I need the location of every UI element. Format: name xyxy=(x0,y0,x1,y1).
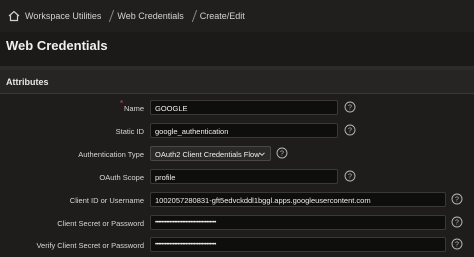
help-icon[interactable]: ? xyxy=(344,170,356,182)
svg-text:?: ? xyxy=(455,220,459,227)
breadcrumb-separator xyxy=(186,10,197,22)
help-icon[interactable]: ? xyxy=(451,193,463,205)
page-title: Web Credentials xyxy=(6,38,108,53)
breadcrumb-separator xyxy=(104,10,115,22)
breadcrumb-workspace-utilities[interactable]: Workspace Utilities xyxy=(25,11,101,21)
home-icon[interactable] xyxy=(8,10,20,22)
breadcrumb-current: Create/Edit xyxy=(199,11,245,21)
verify-secret-label: Verify Client Secret or Password xyxy=(36,241,144,250)
breadcrumb-web-credentials[interactable]: Web Credentials xyxy=(117,11,183,21)
auth-type-row: Authentication Type OAuth2 Client Creden… xyxy=(0,146,474,164)
help-icon[interactable]: ? xyxy=(344,124,356,136)
auth-type-label: Authentication Type xyxy=(78,150,144,159)
chevron-down-icon xyxy=(258,150,266,158)
attributes-form: * Name GOOGLE ? Static ID google_authent… xyxy=(0,94,474,257)
svg-text:?: ? xyxy=(280,151,284,158)
help-icon[interactable]: ? xyxy=(344,101,356,113)
verify-secret-input[interactable]: •••••••••••••••••••••••••••••••••••••• xyxy=(150,237,446,252)
oauth-scope-row: OAuth Scope profile ? xyxy=(0,169,474,187)
svg-text:?: ? xyxy=(348,174,352,181)
auth-type-value: OAuth2 Client Credentials Flow xyxy=(155,150,260,159)
help-icon[interactable]: ? xyxy=(451,216,463,228)
client-secret-label: Client Secret or Password xyxy=(57,219,144,228)
oauth-scope-input[interactable]: profile xyxy=(150,169,338,184)
name-label: Name xyxy=(123,104,144,113)
client-secret-input[interactable]: •••••••••••••••••••••••••••••••••••••• xyxy=(150,215,446,230)
svg-text:?: ? xyxy=(455,242,459,249)
svg-text:?: ? xyxy=(348,105,352,112)
required-indicator: * xyxy=(120,99,124,108)
static-id-row: Static ID google_authentication ? xyxy=(0,123,474,141)
svg-text:?: ? xyxy=(455,197,459,204)
svg-text:?: ? xyxy=(348,128,352,135)
static-id-input[interactable]: google_authentication xyxy=(150,123,338,138)
region-title: Attributes xyxy=(6,77,49,87)
client-secret-row: Client Secret or Password ••••••••••••••… xyxy=(0,215,474,233)
help-icon[interactable]: ? xyxy=(276,147,288,159)
client-id-input[interactable]: 1002057280831-gft5edvckddl1bggl.apps.goo… xyxy=(150,192,446,207)
name-row: * Name GOOGLE ? xyxy=(0,99,474,118)
help-icon[interactable]: ? xyxy=(451,238,463,250)
client-id-row: Client ID or Username 1002057280831-gft5… xyxy=(0,192,474,210)
name-input[interactable]: GOOGLE xyxy=(150,100,338,115)
client-id-label: Client ID or Username xyxy=(69,196,144,205)
breadcrumb: Workspace Utilities Web Credentials Crea… xyxy=(0,0,474,32)
region-header: Attributes xyxy=(0,70,474,94)
static-id-label: Static ID xyxy=(115,127,144,136)
verify-secret-row: Verify Client Secret or Password •••••••… xyxy=(0,237,474,255)
oauth-scope-label: OAuth Scope xyxy=(99,173,144,182)
auth-type-select[interactable]: OAuth2 Client Credentials Flow xyxy=(150,146,271,161)
